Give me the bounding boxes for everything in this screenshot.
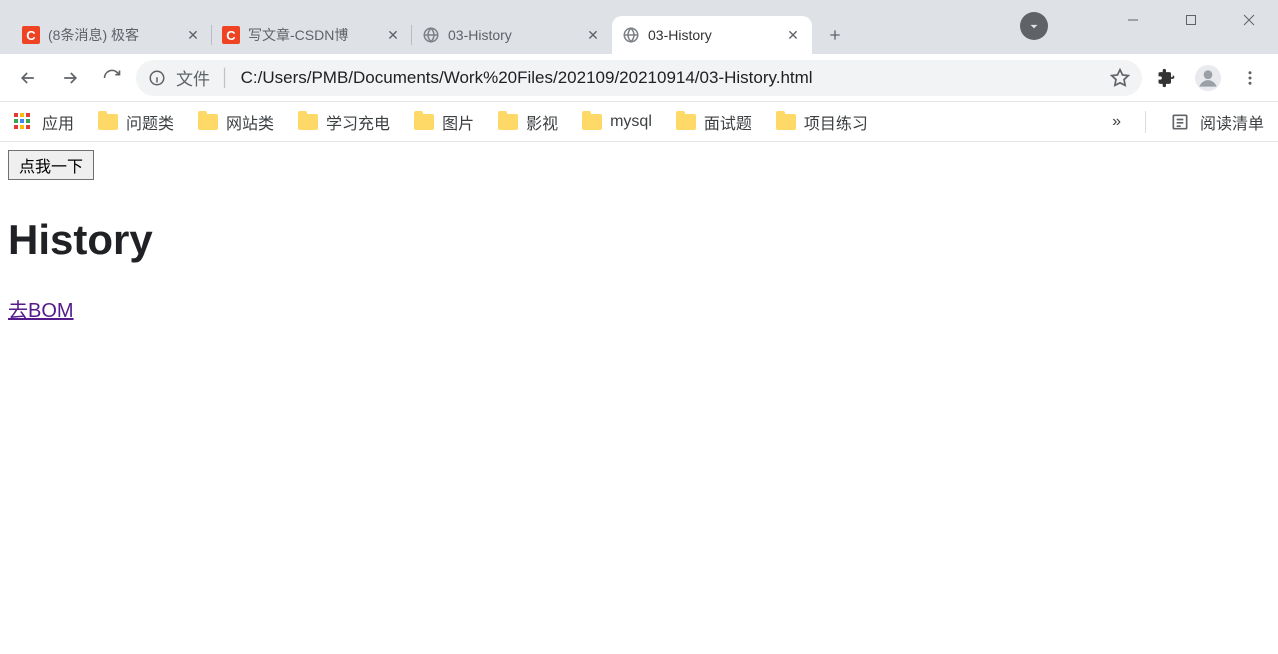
globe-icon [622,26,640,44]
tab-3-active[interactable]: 03-History ✕ [612,16,812,54]
bookmark-folder-0[interactable]: 问题类 [98,110,174,134]
search-tabs-button[interactable] [1020,12,1048,40]
window-close-button[interactable] [1220,0,1278,40]
folder-icon [582,114,602,130]
reload-button[interactable] [94,60,130,96]
folder-icon [98,114,118,130]
address-url: C:/Users/PMB/Documents/Work%20Files/2021… [241,68,1100,88]
folder-icon [676,114,696,130]
folder-icon [776,114,796,130]
csdn-favicon-icon: C [222,26,240,44]
bookmark-folder-3[interactable]: 图片 [414,110,474,134]
go-bom-link[interactable]: 去BOM [8,300,74,322]
forward-button[interactable] [52,60,88,96]
bookmark-label: 学习充电 [326,110,390,134]
reading-list-label: 阅读清单 [1200,110,1264,134]
back-button[interactable] [10,60,46,96]
tab-0[interactable]: C (8条消息) 极客 ✕ [12,16,212,54]
globe-icon [422,26,440,44]
extensions-button[interactable] [1148,60,1184,96]
bookmark-label: mysql [610,113,652,131]
bookmark-folder-2[interactable]: 学习充电 [298,110,390,134]
bookmark-star-icon[interactable] [1110,68,1130,88]
page-heading: History [8,216,1270,264]
folder-icon [298,114,318,130]
bookmark-folder-1[interactable]: 网站类 [198,110,274,134]
tab-strip: C (8条消息) 极客 ✕ C 写文章-CSDN博 ✕ 03-History ✕ [0,0,850,54]
csdn-favicon-icon: C [22,26,40,44]
bookmark-folder-6[interactable]: 面试题 [676,110,752,134]
bookmark-label: 项目练习 [804,110,868,134]
profile-button[interactable] [1190,60,1226,96]
window-controls [1104,0,1278,40]
bookmarks-overflow[interactable]: » [1112,113,1121,131]
tab-close-icon[interactable]: ✕ [384,26,402,44]
tab-title: 写文章-CSDN博 [248,25,376,45]
tab-close-icon[interactable]: ✕ [184,26,202,44]
bookmark-folder-7[interactable]: 项目练习 [776,110,868,134]
new-tab-button[interactable] [820,20,850,50]
reading-list-button[interactable]: 阅读清单 [1170,110,1264,134]
site-info-icon[interactable] [148,69,166,87]
chrome-menu-button[interactable] [1232,60,1268,96]
tab-title: (8条消息) 极客 [48,25,176,45]
address-file-label: 文件 [176,65,210,90]
window-maximize-button[interactable] [1162,0,1220,40]
folder-icon [414,114,434,130]
address-separator: │ [220,68,231,88]
bookmark-label: 问题类 [126,110,174,134]
address-bar[interactable]: 文件 │ C:/Users/PMB/Documents/Work%20Files… [136,60,1142,96]
tab-title: 03-History [648,27,776,43]
bookmarks-apps[interactable]: 应用 [14,110,74,134]
chevron-double-right-icon: » [1112,113,1121,131]
reading-list-icon [1170,112,1190,132]
bookmark-label: 图片 [442,110,474,134]
click-me-button[interactable]: 点我一下 [8,150,94,180]
bookmark-label: 影视 [526,110,558,134]
apps-label: 应用 [42,110,74,134]
apps-grid-icon [14,113,32,131]
folder-icon [498,114,518,130]
tab-title: 03-History [448,27,576,43]
tab-2[interactable]: 03-History ✕ [412,16,612,54]
tab-close-icon[interactable]: ✕ [584,26,602,44]
title-bar: C (8条消息) 极客 ✕ C 写文章-CSDN博 ✕ 03-History ✕ [0,0,1278,54]
toolbar: 文件 │ C:/Users/PMB/Documents/Work%20Files… [0,54,1278,102]
tab-1[interactable]: C 写文章-CSDN博 ✕ [212,16,412,54]
bookmark-folder-5[interactable]: mysql [582,113,652,131]
bookmark-label: 网站类 [226,110,274,134]
divider [1145,111,1146,133]
window-minimize-button[interactable] [1104,0,1162,40]
tab-close-icon[interactable]: ✕ [784,26,802,44]
page-content: 点我一下 History 去BOM [0,142,1278,654]
bookmarks-bar: 应用 问题类 网站类 学习充电 图片 影视 mysql 面试题 项目练习 » [0,102,1278,142]
bookmark-label: 面试题 [704,110,752,134]
bookmark-folder-4[interactable]: 影视 [498,110,558,134]
folder-icon [198,114,218,130]
